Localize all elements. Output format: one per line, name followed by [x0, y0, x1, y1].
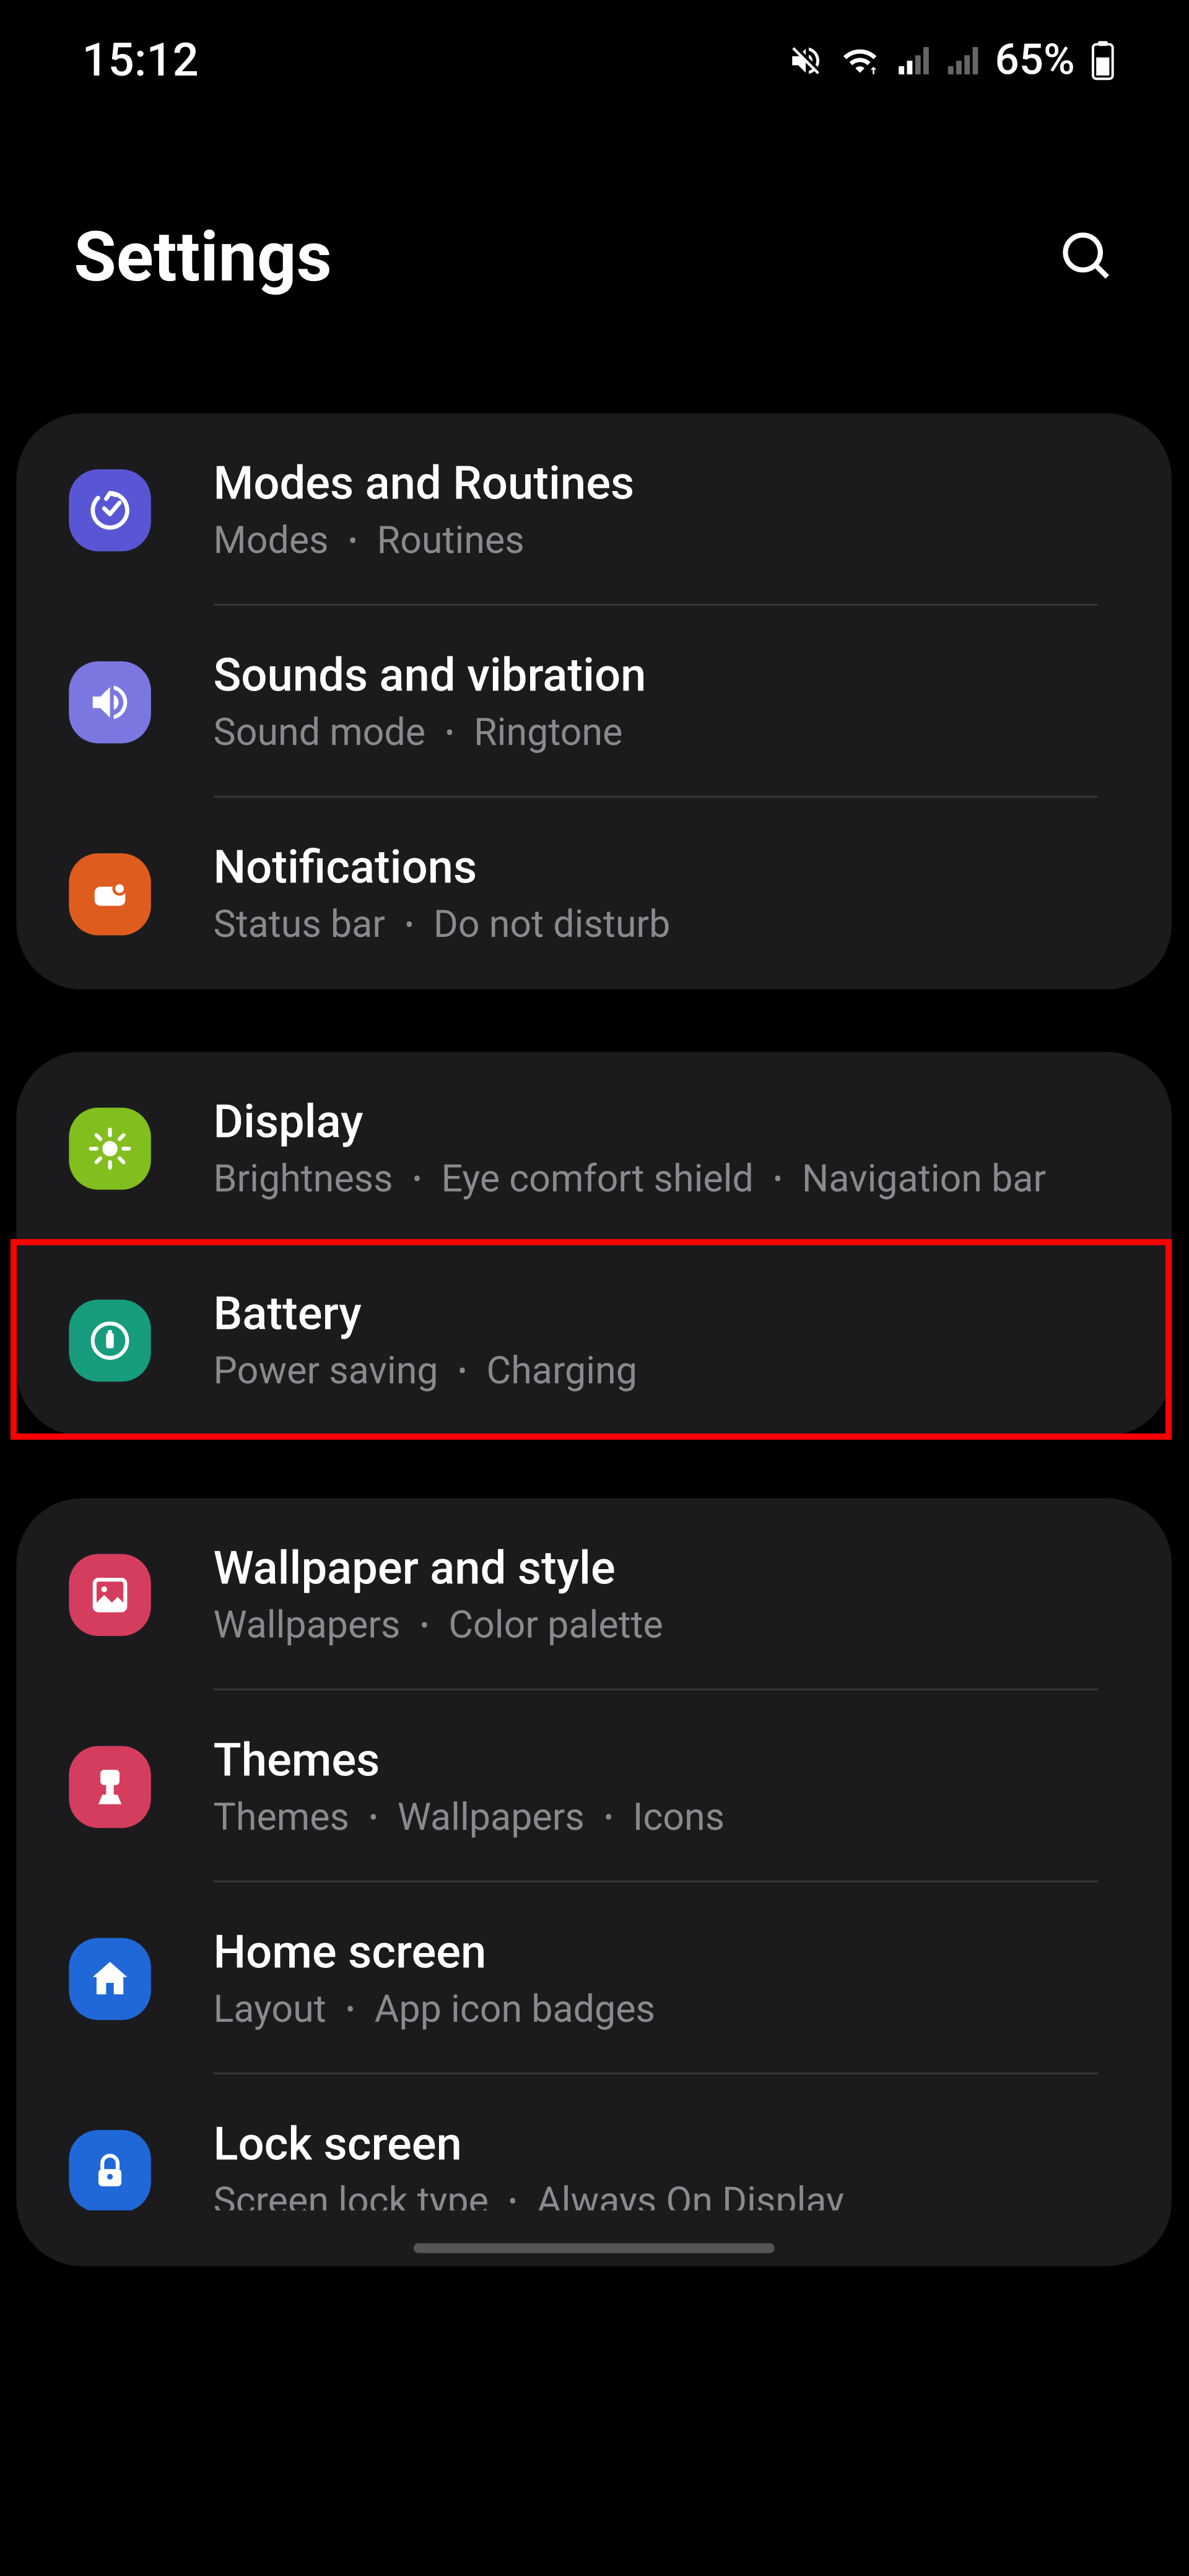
battery-icon [69, 1299, 151, 1381]
item-wallpaper-style[interactable]: Wallpaper and style Wallpapers•Color pal… [17, 1498, 1172, 1690]
item-lock-screen[interactable]: Lock screen Screen lock type•Always On D… [17, 2074, 1172, 2266]
battery-status-icon [1091, 40, 1114, 80]
notifications-icon [69, 853, 151, 935]
item-title: Home screen [214, 1925, 656, 1978]
item-modes-routines[interactable]: Modes and Routines Modes•Routines [17, 414, 1172, 606]
item-subtitle: Power saving•Charging [214, 1349, 637, 1393]
themes-icon [69, 1745, 151, 1827]
item-title: Sounds and vibration [214, 648, 647, 702]
item-subtitle: Themes•Wallpapers•Icons [214, 1795, 725, 1840]
item-display[interactable]: Display Brightness•Eye comfort shield•Na… [17, 1052, 1172, 1244]
item-title: Battery [214, 1287, 637, 1341]
settings-group-2: Display Brightness•Eye comfort shield•Na… [17, 1052, 1172, 1436]
home-icon [69, 1937, 151, 2019]
nav-handle[interactable] [414, 2243, 775, 2253]
item-notifications[interactable]: Notifications Status bar•Do not disturb [17, 798, 1172, 990]
item-title: Lock screen [214, 2117, 844, 2171]
signal-1-icon [897, 43, 930, 76]
item-subtitle: Modes•Routines [214, 518, 635, 563]
item-subtitle: Wallpapers•Color palette [214, 1603, 663, 1648]
status-indicators: 65% [788, 35, 1115, 85]
page-header: Settings [0, 120, 1188, 413]
item-title: Modes and Routines [214, 456, 635, 510]
item-subtitle: Sound mode•Ringtone [214, 710, 647, 755]
settings-group-3: Wallpaper and style Wallpapers•Color pal… [17, 1498, 1172, 2266]
item-themes[interactable]: Themes Themes•Wallpapers•Icons [17, 1690, 1172, 1882]
item-sounds-vibration[interactable]: Sounds and vibration Sound mode•Ringtone [17, 606, 1172, 798]
signal-2-icon [946, 43, 978, 76]
routines-icon [69, 469, 151, 551]
item-title: Themes [214, 1733, 725, 1786]
wifi-icon [841, 42, 881, 78]
item-battery[interactable]: Battery Power saving•Charging [17, 1244, 1172, 1436]
page-title: Settings [74, 218, 332, 298]
item-home-screen[interactable]: Home screen Layout•App icon badges [17, 1882, 1172, 2074]
settings-group-1: Modes and Routines Modes•Routines Sounds… [17, 414, 1172, 990]
bottom-bar [50, 2211, 1139, 2230]
status-bar: 15:12 65% [0, 0, 1188, 120]
item-subtitle: Status bar•Do not disturb [214, 903, 671, 947]
display-icon [69, 1107, 151, 1189]
search-icon[interactable] [1058, 227, 1114, 290]
item-title: Notifications [214, 840, 671, 894]
sound-icon [69, 661, 151, 743]
battery-percent: 65% [995, 35, 1075, 85]
item-subtitle: Brightness•Eye comfort shield•Navigation… [214, 1157, 1047, 1201]
item-title: Wallpaper and style [214, 1541, 663, 1595]
mute-icon [788, 42, 824, 78]
wallpaper-icon [69, 1553, 151, 1635]
item-subtitle: Layout•App icon badges [214, 1987, 656, 2032]
status-time: 15:12 [82, 33, 199, 87]
lock-icon [69, 2129, 151, 2211]
item-title: Display [214, 1095, 1047, 1149]
